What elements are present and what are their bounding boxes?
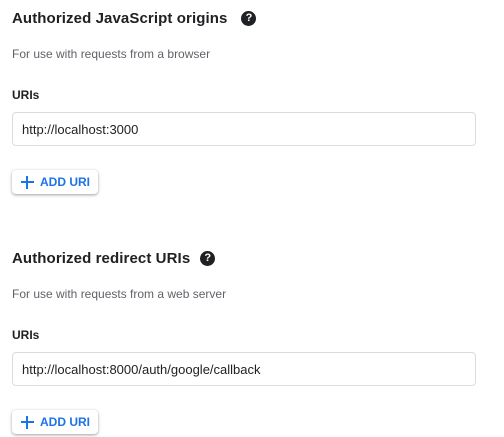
section-description: For use with requests from a web server — [12, 287, 227, 301]
plus-icon — [21, 415, 34, 429]
add-redirect-uri-button[interactable]: ADD URI — [12, 410, 98, 434]
add-uri-label: ADD URI — [40, 415, 90, 429]
authorized-redirect-uris-section: Authorized redirect URIs ? For use with … — [12, 240, 476, 434]
section-description: For use with requests from a browser — [12, 47, 211, 61]
help-icon[interactable]: ? — [241, 10, 257, 26]
help-icon[interactable]: ? — [200, 250, 216, 266]
redirect-uri-value: http://localhost:8000/auth/google/callba… — [22, 361, 261, 377]
section-header: Authorized JavaScript origins ? — [12, 0, 476, 36]
uris-label: URIs — [12, 328, 40, 342]
origin-uri-value: http://localhost:3000 — [22, 121, 139, 137]
oauth-client-uris-panel: Authorized JavaScript origins ? For use … — [0, 0, 504, 437]
origin-uri-input[interactable]: http://localhost:3000 — [12, 112, 476, 146]
section-title: Authorized redirect URIs — [12, 249, 191, 267]
section-header: Authorized redirect URIs ? — [12, 240, 476, 276]
authorized-js-origins-section: Authorized JavaScript origins ? For use … — [12, 0, 476, 194]
add-uri-label: ADD URI — [40, 175, 90, 189]
uris-label: URIs — [12, 88, 40, 102]
add-origin-uri-button[interactable]: ADD URI — [12, 170, 98, 194]
section-title: Authorized JavaScript origins — [12, 9, 228, 27]
plus-icon — [21, 175, 34, 189]
redirect-uri-input[interactable]: http://localhost:8000/auth/google/callba… — [12, 352, 476, 386]
